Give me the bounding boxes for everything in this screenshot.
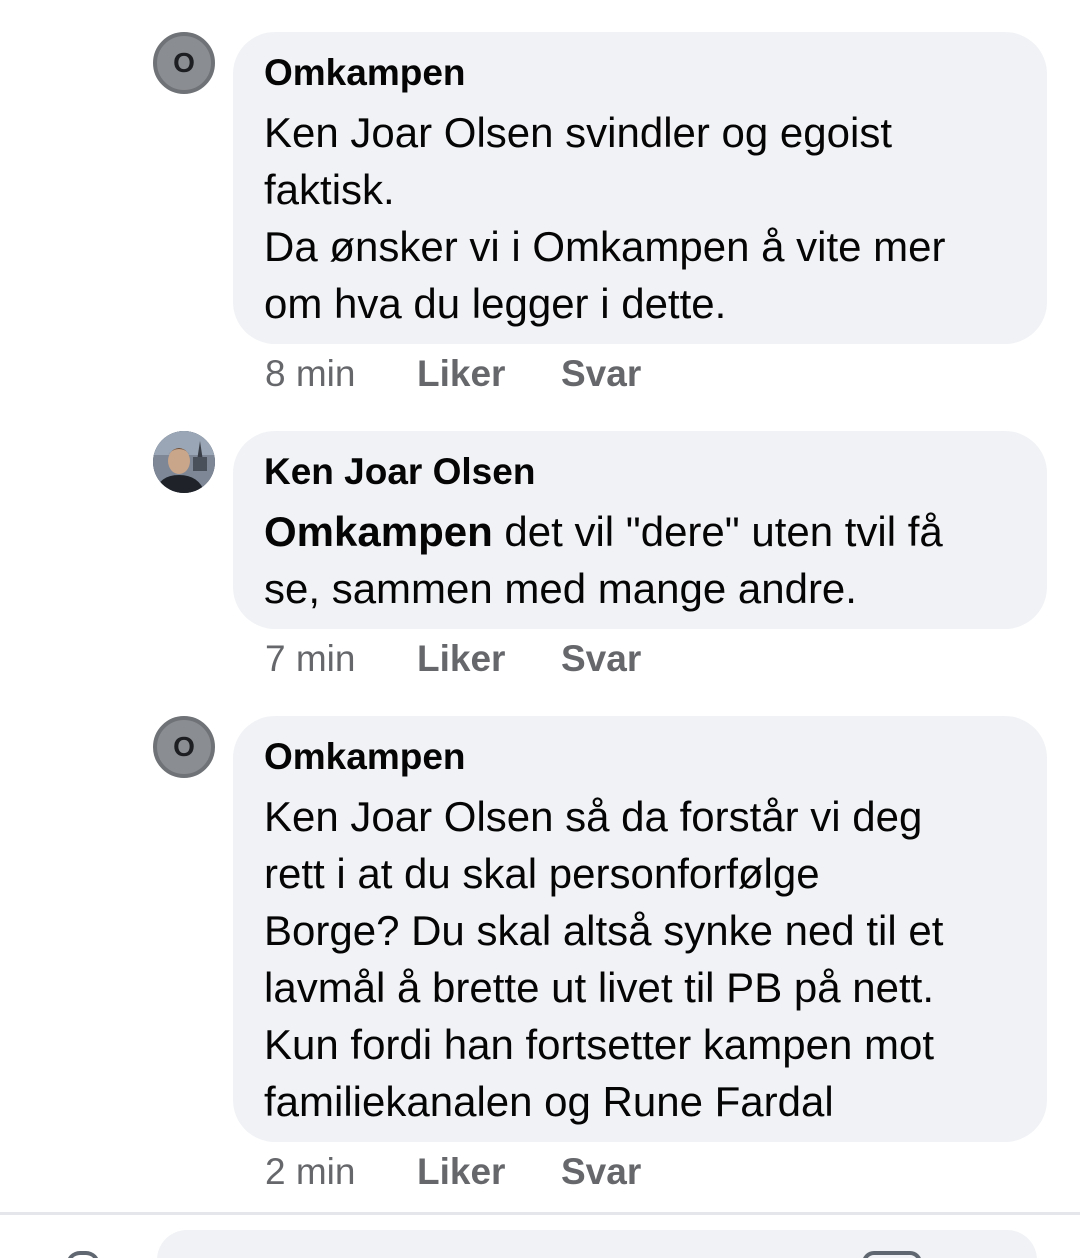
comment-bubble[interactable]: Ken Joar Olsen Omkampen det vil "dere" u…: [233, 431, 1047, 629]
avatar-letter: O: [173, 47, 195, 78]
comment-actions: 7 min Liker Svar: [265, 634, 641, 684]
comment-actions: 8 min Liker Svar: [265, 349, 641, 399]
comment-text: Ken Joar Olsen så da forstår vi deg rett…: [264, 793, 944, 1125]
avatar[interactable]: [153, 431, 215, 493]
like-icon[interactable]: [66, 1251, 100, 1258]
comment-bubble[interactable]: Omkampen Ken Joar Olsen svindler og egoi…: [233, 32, 1047, 344]
sticker-icon[interactable]: [862, 1251, 922, 1258]
comment-actions: 2 min Liker Svar: [265, 1147, 641, 1197]
comment-composer: [0, 1215, 1080, 1258]
comment-time[interactable]: 8 min: [265, 353, 417, 395]
comment-text: Ken Joar Olsen svindler og egoist faktis…: [264, 109, 946, 327]
comment-author[interactable]: Ken Joar Olsen: [264, 449, 1017, 495]
avatar[interactable]: O: [153, 716, 215, 778]
comment-author[interactable]: Omkampen: [264, 734, 1017, 780]
mention-link[interactable]: Omkampen: [264, 508, 493, 555]
reply-button[interactable]: Svar: [561, 1151, 641, 1193]
avatar-letter: O: [173, 731, 195, 762]
reply-button[interactable]: Svar: [561, 353, 641, 395]
like-button[interactable]: Liker: [417, 638, 561, 680]
comment-bubble[interactable]: Omkampen Ken Joar Olsen så da forstår vi…: [233, 716, 1047, 1142]
reply-button[interactable]: Svar: [561, 638, 641, 680]
like-button[interactable]: Liker: [417, 1151, 561, 1193]
comment-text: Omkampen det vil "dere" uten tvil få se,…: [264, 503, 1017, 617]
profile-photo-icon: [153, 431, 215, 493]
comment-author[interactable]: Omkampen: [264, 50, 1017, 96]
comment-time[interactable]: 2 min: [265, 1151, 417, 1193]
comment-time[interactable]: 7 min: [265, 638, 417, 680]
comment-thread: O Omkampen Ken Joar Olsen svindler og eg…: [0, 0, 1080, 1258]
avatar[interactable]: O: [153, 32, 215, 94]
like-button[interactable]: Liker: [417, 353, 561, 395]
